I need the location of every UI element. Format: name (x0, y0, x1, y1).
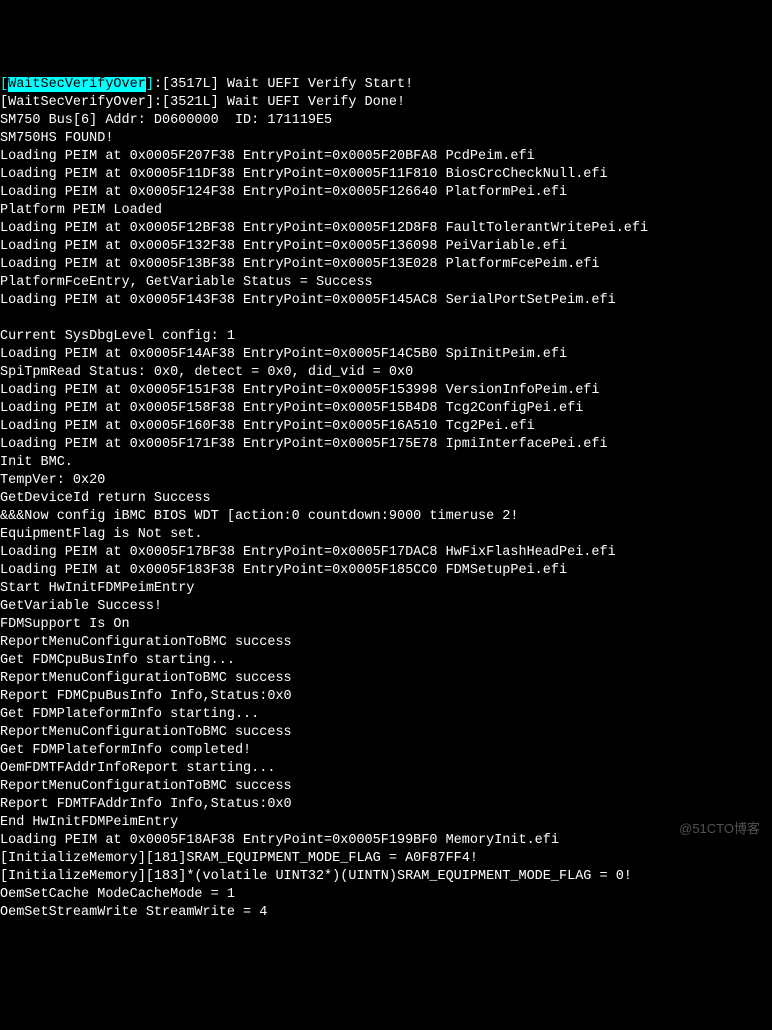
log-line: SM750HS FOUND! (0, 130, 772, 148)
log-line: TempVer: 0x20 (0, 472, 772, 490)
log-line: [WaitSecVerifyOver]:[3517L] Wait UEFI Ve… (0, 76, 772, 94)
log-line: Loading PEIM at 0x0005F207F38 EntryPoint… (0, 148, 772, 166)
log-line: Get FDMCpuBusInfo starting... (0, 652, 772, 670)
log-line: Current SysDbgLevel config: 1 (0, 328, 772, 346)
log-line: Loading PEIM at 0x0005F171F38 EntryPoint… (0, 436, 772, 454)
log-line: Loading PEIM at 0x0005F17BF38 EntryPoint… (0, 544, 772, 562)
log-line (0, 310, 772, 328)
terminal-output: [WaitSecVerifyOver]:[3517L] Wait UEFI Ve… (0, 72, 772, 922)
log-line: PlatformFceEntry, GetVariable Status = S… (0, 274, 772, 292)
log-line: OemSetStreamWrite StreamWrite = 4 (0, 904, 772, 922)
log-line: [InitializeMemory][181]SRAM_EQUIPMENT_MO… (0, 850, 772, 868)
log-line: SpiTpmRead Status: 0x0, detect = 0x0, di… (0, 364, 772, 382)
log-line: SM750 Bus[6] Addr: D0600000 ID: 171119E5 (0, 112, 772, 130)
log-line: Init BMC. (0, 454, 772, 472)
log-line: [InitializeMemory][183]*(volatile UINT32… (0, 868, 772, 886)
log-line: OemSetCache ModeCacheMode = 1 (0, 886, 772, 904)
log-line: Platform PEIM Loaded (0, 202, 772, 220)
log-line: Loading PEIM at 0x0005F12BF38 EntryPoint… (0, 220, 772, 238)
log-line: Start HwInitFDMPeimEntry (0, 580, 772, 598)
watermark: @51CTO博客 (679, 820, 760, 838)
log-line: Loading PEIM at 0x0005F13BF38 EntryPoint… (0, 256, 772, 274)
log-line: Loading PEIM at 0x0005F132F38 EntryPoint… (0, 238, 772, 256)
log-line: Loading PEIM at 0x0005F158F38 EntryPoint… (0, 400, 772, 418)
log-line: ReportMenuConfigurationToBMC success (0, 634, 772, 652)
log-line: Loading PEIM at 0x0005F143F38 EntryPoint… (0, 292, 772, 310)
log-line: FDMSupport Is On (0, 616, 772, 634)
log-line: OemFDMTFAddrInfoReport starting... (0, 760, 772, 778)
log-line: Get FDMPlateformInfo starting... (0, 706, 772, 724)
log-line: Loading PEIM at 0x0005F124F38 EntryPoint… (0, 184, 772, 202)
log-line: Report FDMTFAddrInfo Info,Status:0x0 (0, 796, 772, 814)
log-line: ReportMenuConfigurationToBMC success (0, 724, 772, 742)
log-line: Loading PEIM at 0x0005F11DF38 EntryPoint… (0, 166, 772, 184)
log-line: [WaitSecVerifyOver]:[3521L] Wait UEFI Ve… (0, 94, 772, 112)
log-line: Get FDMPlateformInfo completed! (0, 742, 772, 760)
log-line: Loading PEIM at 0x0005F18AF38 EntryPoint… (0, 832, 772, 850)
log-line: Report FDMCpuBusInfo Info,Status:0x0 (0, 688, 772, 706)
log-line: ReportMenuConfigurationToBMC success (0, 778, 772, 796)
log-line: Loading PEIM at 0x0005F183F38 EntryPoint… (0, 562, 772, 580)
log-line: &&&Now config iBMC BIOS WDT [action:0 co… (0, 508, 772, 526)
log-line: GetVariable Success! (0, 598, 772, 616)
log-line: End HwInitFDMPeimEntry (0, 814, 772, 832)
log-line: ReportMenuConfigurationToBMC success (0, 670, 772, 688)
log-line: Loading PEIM at 0x0005F160F38 EntryPoint… (0, 418, 772, 436)
log-line: GetDeviceId return Success (0, 490, 772, 508)
log-line: Loading PEIM at 0x0005F14AF38 EntryPoint… (0, 346, 772, 364)
log-line: EquipmentFlag is Not set. (0, 526, 772, 544)
log-line: Loading PEIM at 0x0005F151F38 EntryPoint… (0, 382, 772, 400)
